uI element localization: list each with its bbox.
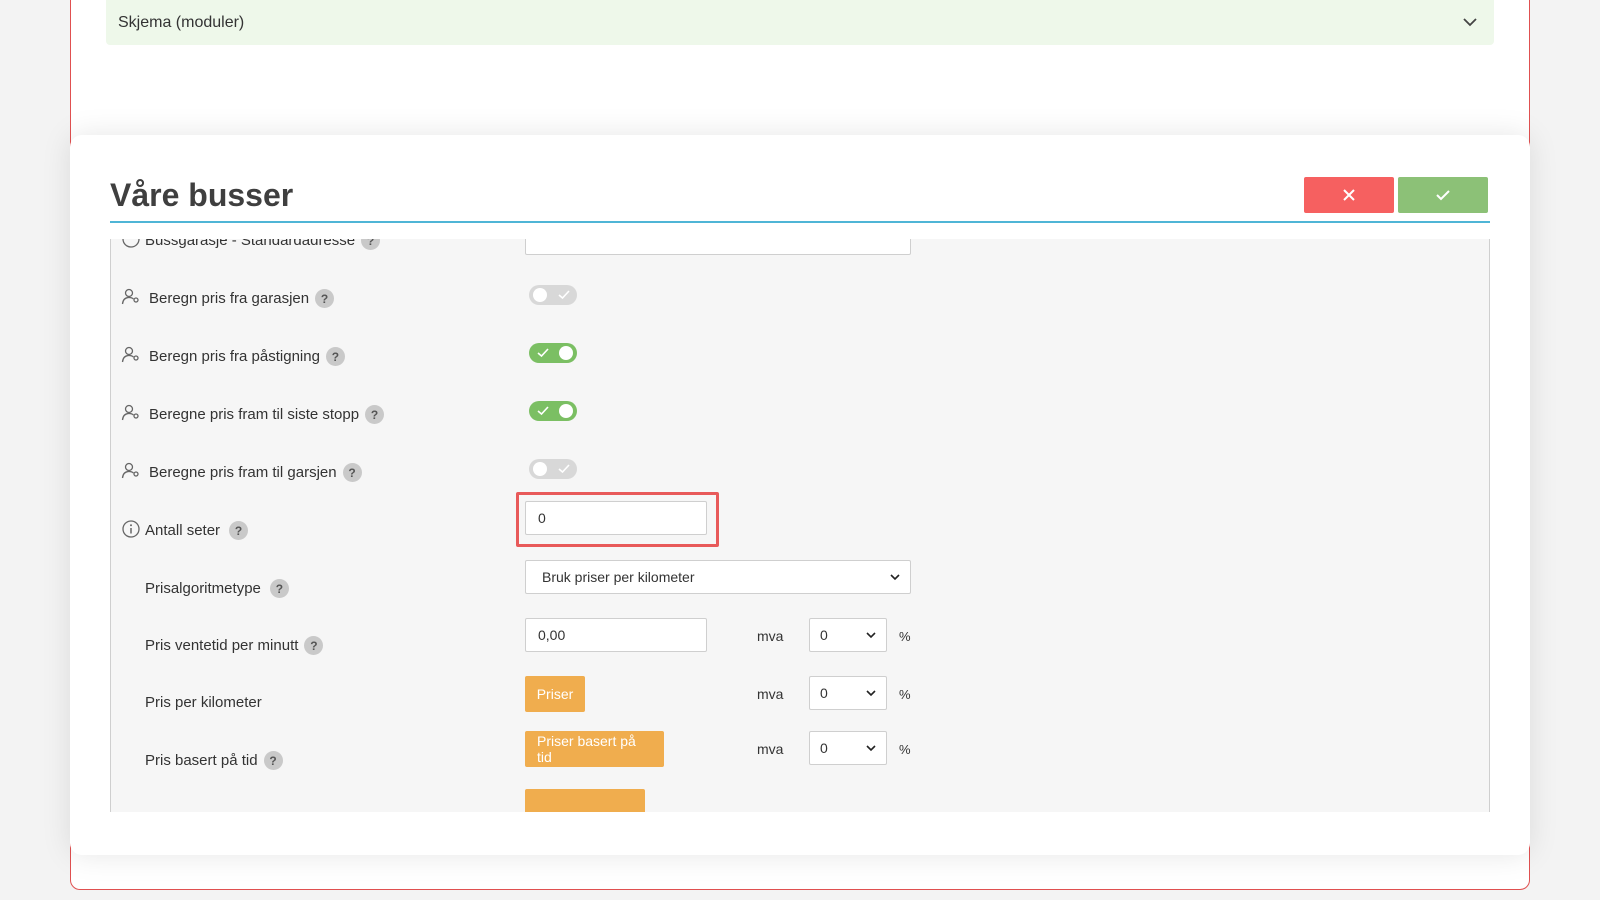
help-icon[interactable]: ?: [229, 521, 249, 540]
form-row-km-price: Pris per kilometer: [111, 682, 1489, 722]
title-divider: [110, 221, 1490, 223]
wait-price-input[interactable]: [525, 618, 707, 652]
toggle-price-from-garage[interactable]: [529, 285, 577, 305]
close-icon: [1343, 189, 1355, 201]
time-prices-button[interactable]: Priser basert på tid: [525, 731, 664, 767]
help-icon[interactable]: ?: [315, 289, 335, 308]
form-row-wait-price: Pris ventetid per minutt?: [111, 624, 1489, 664]
form-row-algorithm: Prisalgoritmetype? Bruk priser per kilom…: [111, 560, 1489, 607]
form-row-last-stop: Beregne pris fram til siste stopp?: [111, 393, 1489, 433]
algorithm-select-value: Bruk priser per kilometer: [542, 569, 695, 585]
help-icon[interactable]: ?: [342, 463, 362, 482]
chevron-down-icon: [866, 632, 876, 639]
help-icon[interactable]: ?: [365, 405, 385, 424]
confirm-button[interactable]: [1398, 177, 1488, 213]
form-label: Beregn pris fra garasjen?: [149, 289, 335, 308]
algorithm-select[interactable]: Bruk priser per kilometer: [525, 560, 911, 594]
wait-vat-select[interactable]: 0: [809, 618, 887, 652]
chevron-down-icon: [866, 745, 876, 752]
check-icon: [558, 290, 570, 300]
vat-label: mva: [757, 628, 784, 644]
form-label: Pris per kilometer: [145, 694, 262, 711]
form-row-time-price: Pris basert på tid?: [111, 739, 1489, 779]
form-label: Pris basert på tid?: [145, 751, 283, 770]
form-label: Beregne pris fram til garsjen?: [149, 463, 362, 482]
vat-select-value: 0: [820, 685, 828, 701]
check-icon: [1436, 190, 1450, 201]
form-scroll-area[interactable]: Bussgarasje - Standardadresse? Beregn pr…: [110, 239, 1490, 812]
form-label: Pris ventetid per minutt?: [145, 636, 324, 655]
user-gear-icon: [121, 288, 139, 305]
cancel-button[interactable]: [1304, 177, 1394, 213]
check-icon: [558, 464, 570, 474]
orange-button-partial[interactable]: [525, 789, 645, 812]
time-vat-select[interactable]: 0: [809, 731, 887, 765]
chevron-down-icon: [890, 574, 900, 581]
form-row-to-garage: Beregne pris fram til garsjen?: [111, 451, 1489, 491]
prices-button[interactable]: Priser: [525, 676, 585, 712]
garage-address-input[interactable]: [525, 239, 911, 255]
accordion-skjema[interactable]: Skjema (moduler): [106, 0, 1494, 45]
chevron-down-icon: [866, 690, 876, 697]
check-icon: [537, 406, 549, 416]
help-icon[interactable]: ?: [269, 579, 289, 598]
seats-input[interactable]: [525, 501, 707, 535]
form-label: Antall seter?: [145, 521, 249, 540]
accordion-label: Skjema (moduler): [118, 13, 245, 31]
info-icon: [122, 239, 140, 248]
km-vat-select[interactable]: 0: [809, 676, 887, 710]
toggle-price-to-last-stop[interactable]: [529, 401, 577, 421]
modal-dialog: Våre busser Bussgarasje - Standardadress…: [70, 135, 1530, 855]
form-label: Beregne pris fram til siste stopp?: [149, 405, 385, 424]
help-icon[interactable]: ?: [263, 751, 283, 770]
percent-label: %: [899, 629, 911, 644]
user-gear-icon: [121, 462, 139, 479]
form-label: Beregn pris fra påstigning?: [149, 347, 345, 366]
vat-select-value: 0: [820, 627, 828, 643]
form-row-boarding: Beregn pris fra påstigning?: [111, 335, 1489, 375]
form-row-garage: Beregn pris fra garasjen?: [111, 277, 1489, 317]
modal-title: Våre busser: [110, 177, 294, 213]
chevron-down-icon[interactable]: [1460, 12, 1480, 32]
help-icon[interactable]: ?: [304, 636, 324, 655]
vat-label: mva: [757, 686, 784, 702]
help-icon[interactable]: ?: [361, 239, 381, 250]
vat-label: mva: [757, 741, 784, 757]
user-gear-icon: [121, 404, 139, 421]
info-icon: [122, 520, 140, 538]
percent-label: %: [899, 687, 911, 702]
form-row-seats: Antall seter?: [111, 509, 1489, 549]
user-gear-icon: [121, 346, 139, 363]
form-label: Bussgarasje - Standardadresse?: [145, 239, 381, 250]
form-row-garage-address: Bussgarasje - Standardadresse?: [111, 239, 1489, 257]
vat-select-value: 0: [820, 740, 828, 756]
percent-label: %: [899, 742, 911, 757]
check-icon: [537, 348, 549, 358]
toggle-price-from-boarding[interactable]: [529, 343, 577, 363]
help-icon[interactable]: ?: [325, 347, 345, 366]
form-label: Prisalgoritmetype?: [145, 579, 289, 598]
toggle-price-to-garage[interactable]: [529, 459, 577, 479]
